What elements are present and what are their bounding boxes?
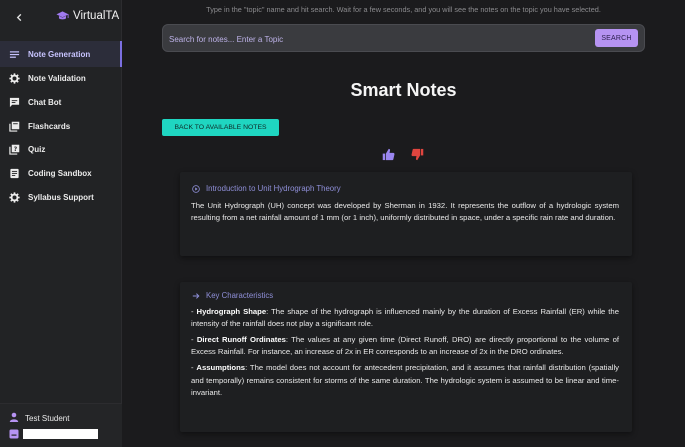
search-input[interactable] <box>169 32 589 46</box>
gear-icon <box>8 73 20 85</box>
search-bar: SEARCH <box>162 24 645 52</box>
quiz-icon: ? <box>8 144 20 156</box>
list-item: - Hydrograph Shape: The shape of the hyd… <box>191 307 619 329</box>
feedback-buttons <box>382 148 424 161</box>
card-heading: Key Characteristics <box>192 291 273 300</box>
list-item: - Direct Runoff Ordinates: The values at… <box>191 335 619 357</box>
instructions-text: Type in the "topic" name and hit search.… <box>206 5 601 14</box>
play-circle-icon <box>192 184 200 193</box>
sidebar-item-label: Note Generation <box>28 49 91 59</box>
sidebar-item-label: Syllabus Support <box>28 192 94 202</box>
sidebar-item-flashcards[interactable]: Flashcards <box>0 114 122 138</box>
chevron-left-icon <box>16 13 21 22</box>
svg-text:?: ? <box>13 146 17 153</box>
person-icon <box>9 412 19 424</box>
user-profile[interactable]: Test Student <box>9 412 69 424</box>
card-heading-text: Introduction to Unit Hydrograph Theory <box>206 184 341 193</box>
badge-icon <box>9 429 19 439</box>
page-title: Smart Notes <box>350 80 457 100</box>
sidebar-item-note-generation[interactable]: Note Generation <box>0 41 122 67</box>
card-heading-text: Key Characteristics <box>206 291 274 300</box>
graduation-cap-icon <box>56 11 69 20</box>
sidebar-item-label: Coding Sandbox <box>28 169 92 179</box>
app-window: VirtualTA Note Generation Note Validatio… <box>0 0 685 447</box>
arrow-right-icon <box>192 292 200 299</box>
sidebar-item-label: Chat Bot <box>28 98 62 108</box>
flashcards-icon <box>8 120 20 132</box>
thumbs-up-icon <box>382 148 395 161</box>
lines-icon <box>8 48 20 60</box>
thumbs-up-button[interactable] <box>382 148 395 161</box>
search-button[interactable]: SEARCH <box>595 29 638 47</box>
sidebar-item-chat-bot[interactable]: Chat Bot <box>0 91 122 115</box>
point-term: Assumptions <box>196 363 246 373</box>
sidebar-nav: Note Generation Note Validation Chat Bot… <box>0 41 122 209</box>
back-to-available-notes-button[interactable]: BACK TO AVAILABLE NOTES <box>162 119 279 136</box>
card-heading: Introduction to Unit Hydrograph Theory <box>192 184 341 193</box>
sidebar-item-label: Flashcards <box>28 121 71 131</box>
document-icon <box>8 168 20 180</box>
point-term: Direct Runoff Ordinates <box>196 335 286 345</box>
user-input-row <box>9 429 98 439</box>
sidebar-item-label: Quiz <box>28 145 46 155</box>
sidebar-item-note-validation[interactable]: Note Validation <box>0 67 122 91</box>
main-content: Type in the "topic" name and hit search.… <box>122 0 685 447</box>
thumbs-down-button[interactable] <box>411 148 424 161</box>
sidebar-header: VirtualTA <box>0 0 121 36</box>
gear-icon <box>8 191 20 203</box>
note-card-introduction: Introduction to Unit Hydrograph Theory T… <box>180 172 632 256</box>
sidebar: VirtualTA Note Generation Note Validatio… <box>0 0 122 447</box>
card-paragraph: The Unit Hydrograph (UH) concept was dev… <box>191 201 619 223</box>
sidebar-item-syllabus-support[interactable]: Syllabus Support <box>0 185 122 209</box>
card-body: The Unit Hydrograph (UH) concept was dev… <box>191 200 619 228</box>
card-body: - Hydrograph Shape: The shape of the hyd… <box>191 306 619 403</box>
brand[interactable]: VirtualTA <box>56 10 119 22</box>
thumbs-down-icon <box>411 148 424 161</box>
collapse-sidebar-button[interactable] <box>11 10 27 26</box>
chat-icon <box>8 97 20 109</box>
user-name: Test Student <box>25 413 70 423</box>
user-text-field[interactable] <box>23 429 98 439</box>
sidebar-item-coding-sandbox[interactable]: Coding Sandbox <box>0 162 122 186</box>
sidebar-item-label: Note Validation <box>28 74 86 84</box>
point-term: Hydrograph Shape <box>196 307 267 316</box>
brand-name: VirtualTA <box>73 10 120 22</box>
sidebar-footer: Test Student <box>0 403 122 447</box>
note-card-key-characteristics: Key Characteristics - Hydrograph Shape: … <box>180 282 632 432</box>
point-text: : The model does not account for anteced… <box>191 363 619 397</box>
sidebar-item-quiz[interactable]: ? Quiz <box>0 138 122 162</box>
list-item: - Assumptions: The model does not accoun… <box>191 363 619 397</box>
